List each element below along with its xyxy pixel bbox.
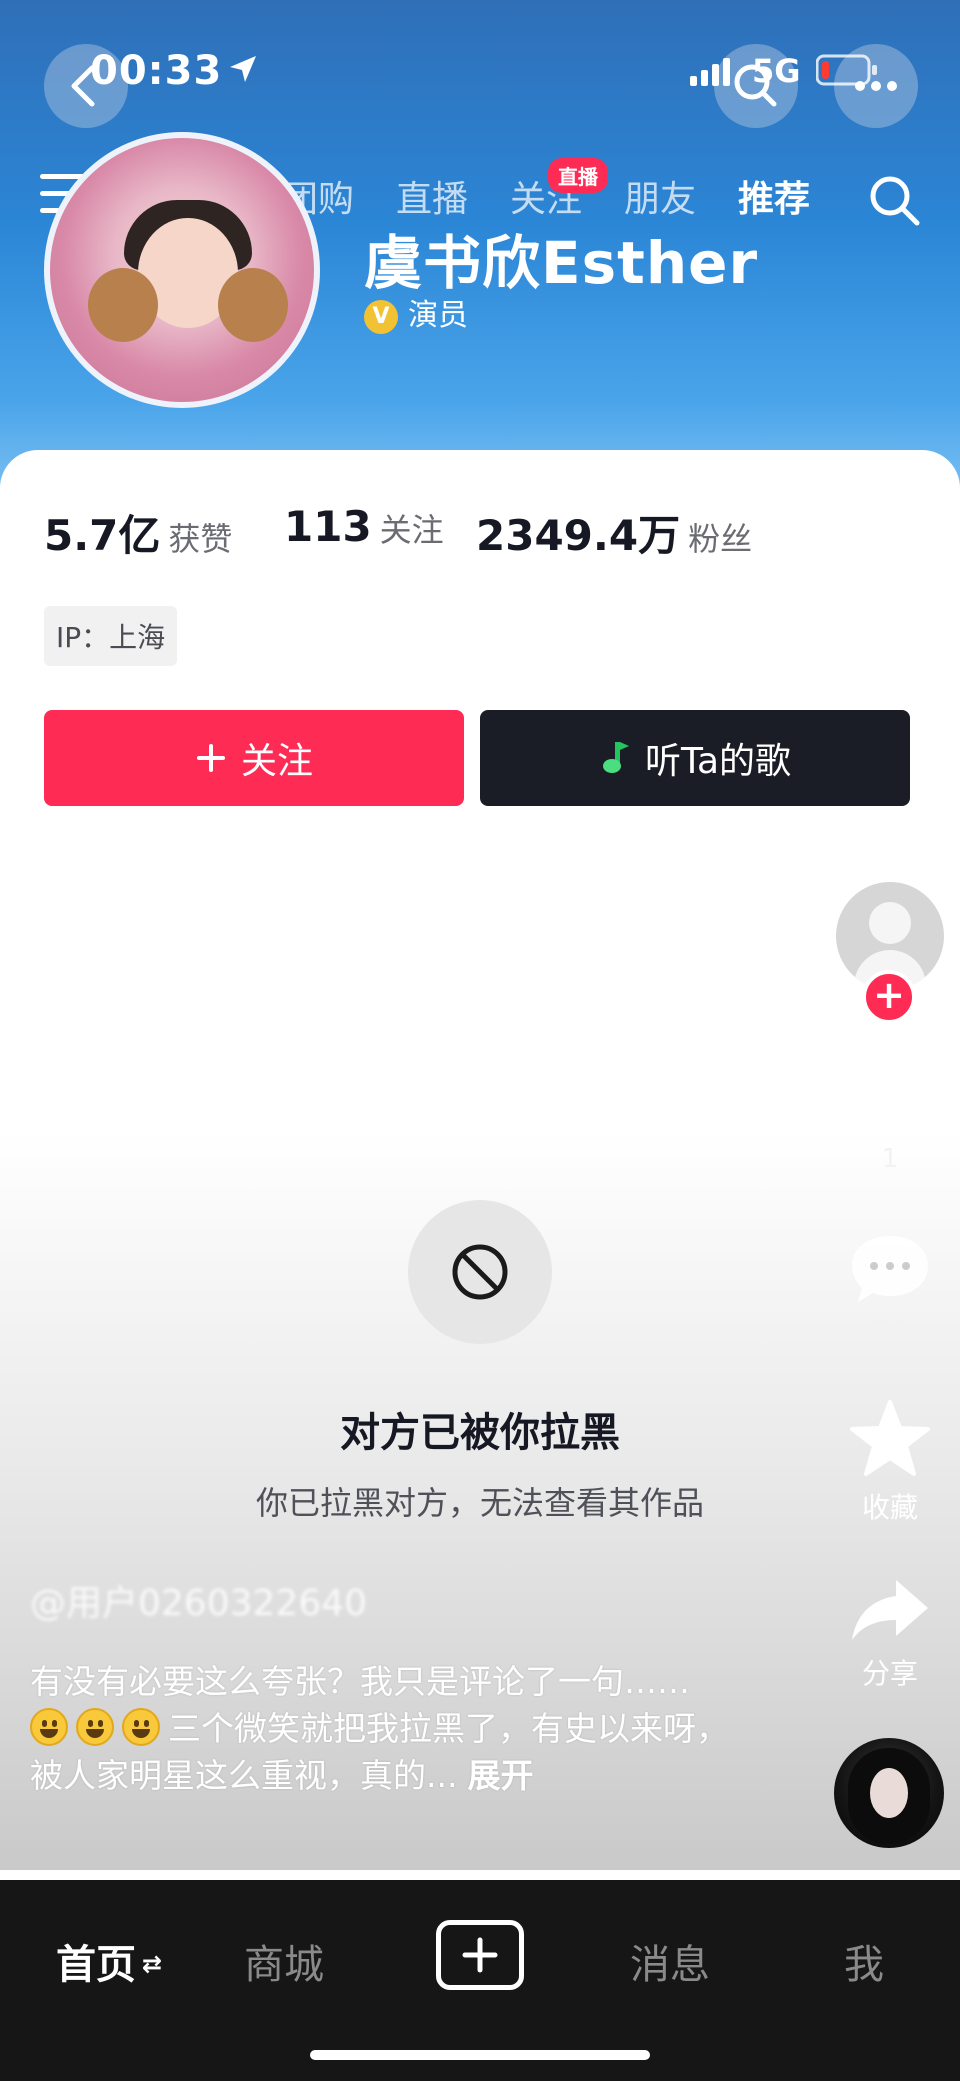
share-arrow-icon [852, 1580, 928, 1640]
stat-following[interactable]: 113 关注 [284, 502, 444, 551]
location-arrow-icon [230, 56, 256, 82]
tab-live[interactable]: 直播 [396, 170, 468, 222]
stat-likes[interactable]: 5.7亿 获赞 [44, 502, 232, 563]
share-label: 分享 [861, 1657, 918, 1690]
stat-likes-value: 5.7亿 [44, 511, 161, 560]
profile-avatar[interactable] [44, 132, 320, 408]
listen-songs-button[interactable]: 听Ta的歌 [480, 710, 910, 806]
comment-line-2: 三个微笑就把我拉黑了，有史以来呀，被人家明星这么重视，真的... 展开 [30, 1705, 730, 1799]
comment-text: 有没有必要这么夸张？我只是评论了一句…… 三个微笑就把我拉黑了，有史以来呀，被人… [30, 1658, 730, 1799]
disc-face [870, 1768, 908, 1818]
collect-label: 收藏 [861, 1491, 918, 1524]
comment-action[interactable]: 14 [836, 1232, 944, 1346]
comment-bubble-icon [852, 1236, 928, 1302]
blocked-description: 你已拉黑对方，无法查看其作品 [255, 1484, 704, 1522]
stat-following-label: 关注 [379, 511, 444, 549]
follow-plus-icon[interactable]: + [862, 970, 916, 1024]
live-badge: 直播 [548, 158, 608, 193]
like-action[interactable]: 1 [836, 1060, 944, 1174]
status-time: 00:33 [90, 48, 223, 94]
collect-action[interactable]: 收藏 [836, 1398, 944, 1526]
signal-icon [690, 58, 730, 86]
home-indicator [310, 2050, 650, 2060]
smile-emoji-icon [30, 1708, 68, 1746]
nav-mall[interactable]: 商城 [244, 1932, 324, 1990]
avatar-earmuff-right [218, 268, 288, 342]
follow-button[interactable]: 关注 [44, 710, 464, 806]
music-disc-avatar[interactable] [834, 1738, 944, 1848]
blocked-icon-container [408, 1200, 552, 1344]
verification-label: 演员 [408, 298, 468, 333]
search-icon[interactable] [866, 172, 922, 228]
bottom-navigation: 首页 ⇄ 商城 消息 我 [0, 1880, 960, 2081]
heart-icon [850, 1060, 930, 1132]
swap-arrows-icon: ⇄ [142, 1950, 163, 1978]
nav-home-label: 首页 [56, 1942, 136, 1988]
ip-location-chip: IP：上海 [44, 606, 178, 666]
nav-home[interactable]: 首页 ⇄ [56, 1932, 162, 1990]
comment-line-1: 有没有必要这么夸张？我只是评论了一句…… [30, 1662, 690, 1701]
status-bar: 00:33 5G [0, 40, 960, 128]
share-action[interactable]: 分享 [836, 1576, 944, 1692]
stat-likes-label: 获赞 [168, 520, 233, 558]
verification-row: V 演员 [364, 290, 468, 334]
default-avatar-head [869, 902, 911, 944]
battery-icon [816, 54, 877, 86]
smile-emoji-icon [122, 1708, 160, 1746]
blocked-icon [452, 1244, 508, 1300]
profile-card: 5.7亿获赞 113关注 2349.4万粉丝 IP：上海 关注 听Ta的歌 [0, 450, 960, 1870]
tab-recommend[interactable]: 推荐 [738, 170, 810, 222]
like-count: 1 [881, 1144, 899, 1174]
profile-name: 虞书欣Esther [364, 229, 759, 297]
stat-followers[interactable]: 2349.4万 粉丝 [476, 502, 752, 563]
listen-songs-label: 听Ta的歌 [644, 741, 792, 782]
comment-count: 14 [873, 1316, 907, 1346]
network-type: 5G [752, 52, 801, 90]
music-note-icon [599, 740, 631, 776]
smile-emoji-icon [76, 1708, 114, 1746]
plus-icon [462, 1937, 498, 1973]
avatar-earmuff-left [88, 268, 158, 342]
stat-followers-value: 2349.4万 [476, 511, 681, 560]
nav-messages[interactable]: 消息 [630, 1932, 710, 1990]
blocked-title: 对方已被你拉黑 [340, 1410, 620, 1456]
verified-badge-icon: V [364, 299, 398, 334]
tab-friends[interactable]: 朋友 [624, 170, 696, 222]
follow-button-label: 关注 [240, 741, 313, 782]
plus-icon [195, 742, 227, 774]
stat-following-value: 113 [284, 502, 372, 551]
expand-link[interactable]: 展开 [467, 1756, 533, 1795]
nav-me[interactable]: 我 [844, 1932, 884, 1990]
star-icon [850, 1400, 930, 1476]
create-post-button[interactable] [436, 1920, 524, 1990]
stat-followers-label: 粉丝 [688, 520, 753, 558]
comment-username[interactable]: @用户0260322640 [30, 1574, 367, 1626]
